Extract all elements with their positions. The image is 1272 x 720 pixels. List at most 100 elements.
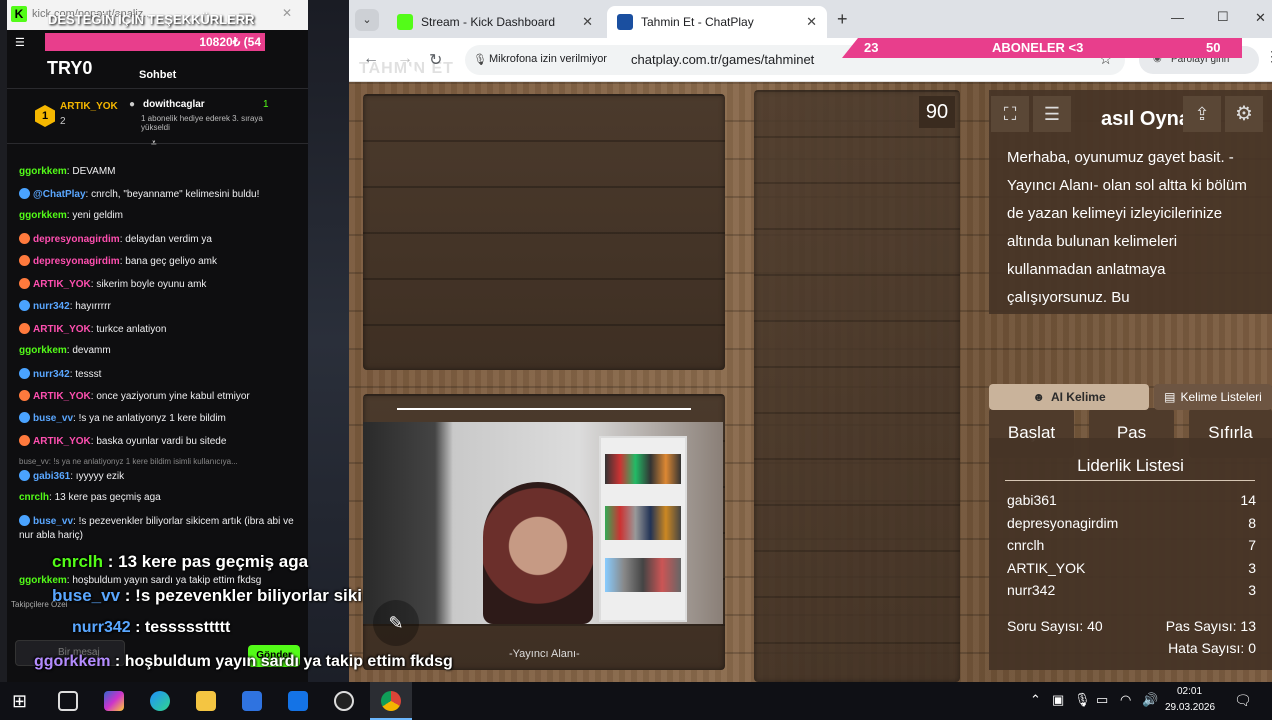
chat-text: : cnrclh, "beyanname" kelimesini buldu!: [85, 189, 260, 200]
sub-goal: 50: [1206, 40, 1221, 55]
popout-close-icon[interactable]: ✕: [282, 6, 292, 20]
chat-text: : DEVAMM: [66, 166, 116, 177]
tab-chatplay[interactable]: Tahmin Et - ChatPlay ✕: [607, 6, 827, 38]
chat-username[interactable]: buse_vv: [33, 413, 73, 424]
overlay-chat-message: cnrclh : 13 kere pas geçmiş aga: [52, 552, 308, 572]
pencil-icon[interactable]: ✎: [373, 600, 419, 646]
overlay-chat-message: ggorkkem : hoşbuldum yayın sardı ya taki…: [34, 653, 453, 671]
game-page: TAHMIN ET 90 ✎ -Yayıncı Alanı- ⛶ ☰ asıl …: [349, 60, 1272, 682]
chat-username[interactable]: ggorkkem: [19, 575, 67, 586]
leaderboard-row: ARTIK_YOK 3: [1007, 560, 1256, 576]
chat-username[interactable]: ARTIK_YOK: [33, 324, 91, 335]
goal-text: DESTEĞİN İÇİN TEŞEKKÜRLERR: [48, 12, 255, 27]
chat-text: : !s ya ne anlatiyonyz 1 kere bildim: [73, 413, 226, 424]
tray-volume-icon[interactable]: 🔊: [1142, 692, 1158, 708]
chat-username[interactable]: nurr342: [33, 369, 70, 380]
desktop-background: [0, 0, 7, 682]
chat-username[interactable]: cnrclh: [19, 492, 49, 503]
chat-username[interactable]: @ChatPlay: [33, 189, 86, 200]
badge-icon: [19, 435, 30, 446]
chat-text: : once yaziyorum yine kabul etmiyor: [90, 391, 250, 402]
file-explorer-icon[interactable]: [196, 691, 216, 711]
chat-username[interactable]: depresyonagirdim: [33, 234, 120, 245]
clock-date[interactable]: 29.03.2026: [1165, 702, 1215, 713]
menu-icon[interactable]: ⋮: [1265, 48, 1272, 65]
chat-text: : devamm: [66, 345, 111, 356]
gift-note: 1 abonelik hediye ederek 3. sıraya yükse…: [141, 114, 263, 132]
rank-badge-icon: 1: [35, 105, 55, 127]
sub-label: ABONELER <3: [992, 40, 1084, 55]
chat-username[interactable]: ARTIK_YOK: [33, 436, 91, 447]
new-tab-button[interactable]: +: [837, 9, 848, 30]
settings-gear-icon[interactable]: ⚙: [1225, 96, 1263, 132]
chat-username[interactable]: nurr342: [33, 301, 70, 312]
edge-icon[interactable]: [150, 691, 170, 711]
chat-message: depresyonagirdim: bana geç geliyo amk: [19, 255, 217, 267]
leaderboard-score: 14: [1240, 492, 1256, 508]
word-board: [363, 94, 725, 370]
leaderboard-score: 3: [1248, 559, 1256, 576]
chat-title: Sohbet: [139, 69, 177, 81]
kick-favicon-icon: [397, 14, 413, 30]
browser-tabbar: ⌄ Stream - Kick Dashboard ✕ Tahmin Et - …: [349, 0, 1272, 38]
leaderboard-panel: Liderlik Listesi gabi361 14 depresyonagird…: [989, 438, 1272, 670]
tray-device-icon[interactable]: ▣: [1052, 692, 1064, 708]
chat-message: depresyonagirdim: delaydan verdim ya: [19, 233, 212, 245]
chrome-icon: [381, 691, 401, 711]
chrome-taskbar-item[interactable]: [370, 682, 412, 720]
overlay-text: : tesssssttttt: [130, 619, 231, 636]
notes-icon[interactable]: ☰: [1033, 96, 1071, 132]
chat-message: ggorkkem: DEVAMM: [19, 166, 116, 177]
tray-battery-icon[interactable]: ▭: [1096, 692, 1108, 708]
copilot-icon[interactable]: [104, 691, 124, 711]
leaderboard-score: 7: [1248, 537, 1256, 553]
chat-text: : bana geç geliyo amk: [119, 256, 217, 267]
collapse-icon[interactable]: ⩡: [151, 138, 157, 149]
obs-icon[interactable]: [334, 691, 354, 711]
tray-mic-icon[interactable]: 🎙: [1074, 692, 1091, 708]
tray-wifi-icon[interactable]: ◠: [1120, 692, 1131, 708]
tab-search-icon[interactable]: ⌄: [355, 9, 379, 31]
leaderboard-title: Liderlik Listesi: [1077, 456, 1184, 475]
chat-username[interactable]: ggorkkem: [19, 345, 67, 356]
mail-icon[interactable]: [288, 691, 308, 711]
chat-username[interactable]: depresyonagirdim: [33, 256, 120, 267]
leaderboard-divider: [1005, 480, 1255, 481]
tray-chevron-icon[interactable]: ⌃: [1030, 692, 1041, 708]
leaderboard-row: nurr342 3: [1007, 582, 1256, 598]
leaderboard-row: depresyonagirdim 8: [1007, 515, 1256, 531]
tab-kick-dashboard[interactable]: Stream - Kick Dashboard ✕: [387, 6, 603, 38]
leaderboard-row: cnrclh 7: [1007, 537, 1256, 553]
chat-username[interactable]: ggorkkem: [19, 166, 67, 177]
share-icon[interactable]: ⇪: [1183, 96, 1221, 132]
ai-word-button[interactable]: ☻ AI Kelime: [989, 384, 1149, 410]
start-windows-icon[interactable]: ⊞: [12, 691, 32, 711]
tab-close-icon[interactable]: ✕: [806, 14, 817, 30]
mic-blocked-icon[interactable]: 🎙: [473, 53, 487, 66]
maximize-button[interactable]: ☐: [1217, 9, 1229, 25]
tab-close-icon[interactable]: ✕: [582, 14, 593, 30]
settings-sliders-icon[interactable]: ☰: [15, 36, 29, 50]
store-icon[interactable]: [242, 691, 262, 711]
overlay-text: : hoşbuldum yayın sardı ya takip ettim f…: [110, 653, 453, 670]
chatplay-favicon-icon: [617, 14, 633, 30]
webcam-feed: [363, 422, 723, 624]
chat-username[interactable]: ARTIK_YOK: [33, 391, 91, 402]
error-count: Hata Sayısı: 0: [1168, 640, 1256, 656]
minimize-button[interactable]: —: [1171, 10, 1184, 25]
chat-username[interactable]: gabi361: [33, 471, 70, 482]
clock-time[interactable]: 02:01: [1177, 686, 1202, 697]
close-button[interactable]: ✕: [1255, 10, 1266, 26]
leaderboard-score: 3: [1248, 582, 1256, 598]
chat-username[interactable]: ARTIK_YOK: [33, 279, 91, 290]
chat-username[interactable]: buse_vv: [33, 516, 73, 527]
sub-count: 23: [864, 40, 879, 55]
word-lists-button[interactable]: ▤ Kelime Listeleri: [1154, 384, 1272, 410]
notifications-icon[interactable]: 🗨: [1234, 692, 1252, 709]
fullscreen-icon[interactable]: ⛶: [991, 96, 1029, 132]
task-view-icon[interactable]: [58, 691, 78, 711]
chat-username[interactable]: ggorkkem: [19, 210, 67, 221]
tab-title: Stream - Kick Dashboard: [421, 15, 556, 29]
list-icon: ▤: [1164, 390, 1176, 404]
badge-icon: [19, 515, 30, 526]
